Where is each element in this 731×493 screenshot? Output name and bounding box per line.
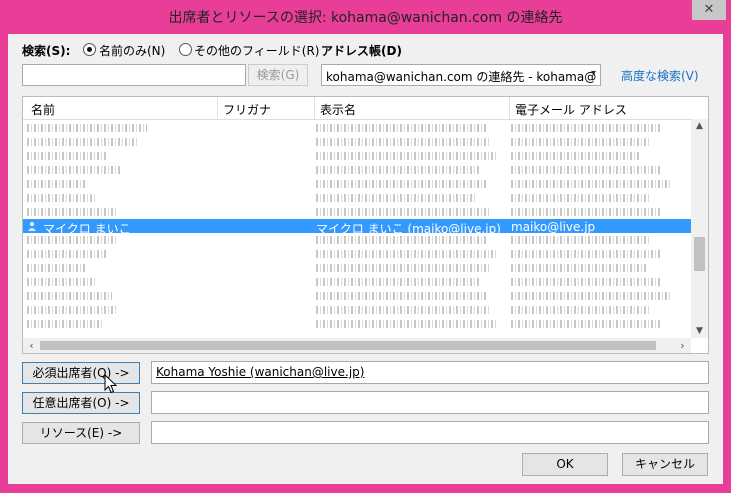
- list-item[interactable]: [23, 121, 691, 135]
- list-item[interactable]: [23, 261, 691, 275]
- optional-attendees-field[interactable]: [151, 391, 709, 414]
- list-header: ⌃ 名前 フリガナ 表示名 電子メール アドレス: [23, 97, 708, 120]
- list-item[interactable]: [23, 303, 691, 317]
- scroll-up-icon[interactable]: ▲: [691, 121, 708, 131]
- required-attendees-field[interactable]: Kohama Yoshie (wanichan@live.jp): [151, 361, 709, 384]
- dialog-window: 出席者とリソースの選択: kohama@wanichan.com の連絡先 ✕ …: [0, 0, 731, 493]
- resources-field[interactable]: [151, 421, 709, 444]
- list-item[interactable]: [23, 163, 691, 177]
- list-item-selected[interactable]: マイクロ まいこ マイクロ まいこ (maiko@live.jp) maiko@…: [23, 219, 691, 236]
- scroll-right-icon[interactable]: ›: [675, 339, 690, 352]
- vertical-scroll-thumb[interactable]: [694, 237, 705, 271]
- search-button[interactable]: 検索(G): [248, 64, 308, 86]
- search-input[interactable]: [22, 64, 246, 86]
- window-title: 出席者とリソースの選択: kohama@wanichan.com の連絡先: [168, 10, 563, 26]
- sort-ascending-icon: ⌃: [117, 96, 124, 103]
- advanced-search-link[interactable]: 高度な検索(V): [621, 67, 699, 84]
- required-attendees-button[interactable]: 必須出席者(Q) ->: [22, 362, 140, 384]
- cancel-button[interactable]: キャンセル: [622, 453, 708, 476]
- title-bar[interactable]: 出席者とリソースの選択: kohama@wanichan.com の連絡先 ✕: [0, 0, 731, 34]
- scroll-left-icon[interactable]: ‹: [24, 339, 39, 352]
- horizontal-scrollbar[interactable]: ‹ ›: [23, 338, 691, 353]
- address-book-value: kohama@wanichan.com の連絡先 - kohama@: [326, 70, 597, 84]
- search-label: 検索(S):: [22, 44, 71, 58]
- list-item[interactable]: [23, 233, 691, 247]
- radio-other-fields[interactable]: [179, 43, 192, 56]
- selected-email: maiko@live.jp: [511, 220, 596, 234]
- list-item[interactable]: [23, 149, 691, 163]
- selected-display-name: マイクロ まいこ (maiko@live.jp): [316, 222, 501, 236]
- address-book-select[interactable]: kohama@wanichan.com の連絡先 - kohama@ ▾: [321, 64, 601, 86]
- list-item[interactable]: [23, 275, 691, 289]
- radio-name-only[interactable]: [83, 43, 96, 56]
- chevron-down-icon: ▾: [590, 68, 596, 79]
- list-item[interactable]: [23, 317, 691, 331]
- ok-button[interactable]: OK: [522, 453, 608, 476]
- list-rows: マイクロ まいこ マイクロ まいこ (maiko@live.jp) maiko@…: [23, 121, 691, 341]
- radio-name-only-label[interactable]: 名前のみ(N): [99, 42, 165, 59]
- list-item[interactable]: [23, 205, 691, 219]
- resources-button[interactable]: リソース(E) ->: [22, 422, 140, 444]
- scroll-down-icon[interactable]: ▼: [691, 326, 708, 336]
- list-item[interactable]: [23, 289, 691, 303]
- selected-name: マイクロ まいこ: [43, 222, 131, 236]
- column-header-display-name[interactable]: 表示名: [320, 101, 356, 118]
- column-header-email[interactable]: 電子メール アドレス: [515, 101, 627, 118]
- horizontal-scroll-thumb[interactable]: [40, 341, 656, 350]
- list-item[interactable]: [23, 177, 691, 191]
- list-item[interactable]: [23, 135, 691, 149]
- person-icon: [28, 221, 36, 231]
- column-header-name[interactable]: 名前: [31, 101, 55, 118]
- vertical-scrollbar[interactable]: ▲ ▼: [691, 119, 708, 338]
- column-header-furigana[interactable]: フリガナ: [223, 101, 271, 118]
- radio-other-fields-label[interactable]: その他のフィールド(R): [194, 42, 319, 59]
- contact-list[interactable]: ⌃ 名前 フリガナ 表示名 電子メール アドレス マイクロ まいこ マイクロ ま…: [22, 96, 709, 354]
- dialog-body: 検索(S): 名前のみ(N) その他のフィールド(R) アドレス帳(D) 検索(…: [8, 34, 723, 484]
- close-button[interactable]: ✕: [692, 0, 726, 20]
- mouse-pointer-icon: [104, 374, 118, 394]
- list-item[interactable]: [23, 247, 691, 261]
- optional-attendees-button[interactable]: 任意出席者(O) ->: [22, 392, 140, 414]
- address-book-label: アドレス帳(D): [321, 44, 402, 58]
- list-item[interactable]: [23, 191, 691, 205]
